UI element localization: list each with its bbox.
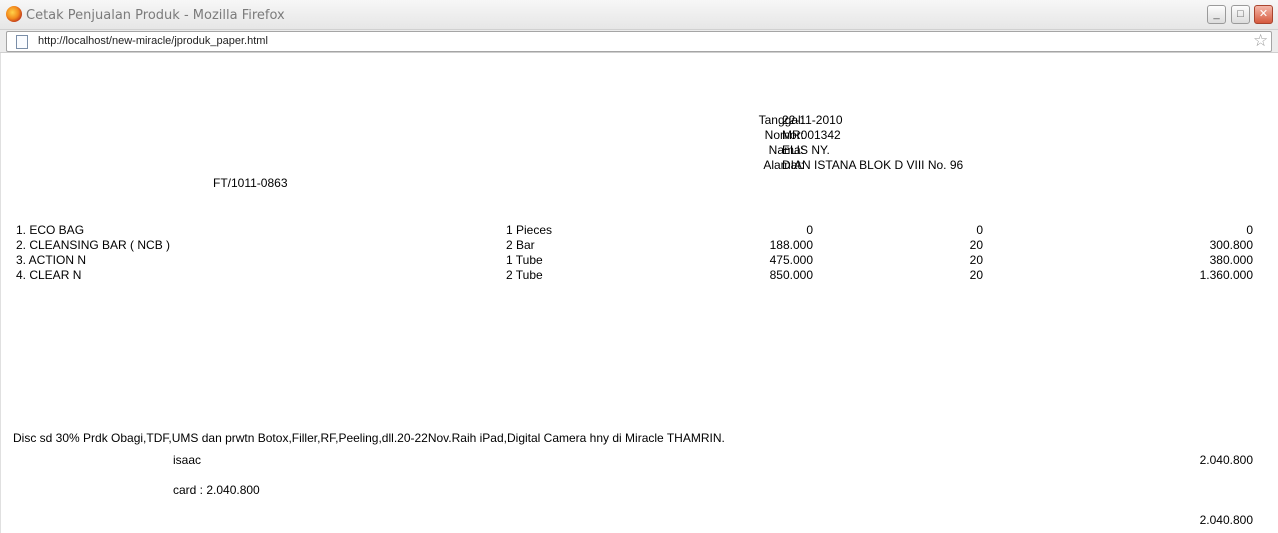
item-quantity: 1 Tube [506, 253, 543, 267]
item-discount: 20 [969, 253, 983, 267]
grand-total: 2.040.800 [1199, 513, 1253, 527]
item-discount: 0 [976, 223, 983, 237]
total-amount: 2.040.800 [1199, 453, 1253, 467]
firefox-icon [6, 6, 22, 22]
item-name: 3. ACTION N [16, 253, 87, 267]
bookmark-star-icon[interactable]: ☆ [1253, 31, 1268, 51]
item-subtotal: 1.360.000 [1199, 268, 1253, 282]
payment-method: card : 2.040.800 [173, 483, 260, 497]
window-titlebar: Cetak Penjualan Produk - Mozilla Firefox… [0, 0, 1278, 30]
address-value: DIAN ISTANA BLOK D VIII No. 96 [782, 158, 964, 172]
item-subtotal: 0 [1246, 223, 1253, 237]
item-discount: 20 [969, 238, 983, 252]
item-subtotal: 380.000 [1209, 253, 1253, 267]
item-name: 1. ECO BAG [16, 223, 85, 237]
promo-note: Disc sd 30% Prdk Obagi,TDF,UMS dan prwtn… [13, 431, 725, 445]
window-title: Cetak Penjualan Produk - Mozilla Firefox [26, 8, 285, 23]
close-button[interactable]: ✕ [1254, 5, 1273, 24]
number-value: MR001342 [782, 128, 841, 142]
page-icon [16, 35, 28, 49]
item-quantity: 1 Pieces [506, 223, 553, 237]
item-discount: 20 [969, 268, 983, 282]
item-price: 188.000 [769, 238, 813, 252]
navigation-bar: http://localhost/new-miracle/jproduk_pap… [0, 30, 1278, 53]
maximize-button[interactable]: □ [1231, 5, 1250, 24]
item-price: 475.000 [769, 253, 813, 267]
item-quantity: 2 Tube [506, 268, 543, 282]
item-quantity: 2 Bar [506, 238, 535, 252]
invoice-number: FT/1011-0863 [213, 176, 288, 190]
item-subtotal: 300.800 [1209, 238, 1253, 252]
receipt-page: Tanggal: 22-11-2010 Nomor: MR001342 Nama… [0, 53, 1278, 533]
item-price: 0 [806, 223, 813, 237]
date-value: 22-11-2010 [782, 113, 843, 127]
name-value: ELIS NY. [782, 143, 830, 157]
cashier-name: isaac [173, 453, 202, 467]
url-text[interactable]: http://localhost/new-miracle/jproduk_pap… [38, 35, 268, 47]
item-price: 850.000 [769, 268, 813, 282]
address-bar[interactable]: http://localhost/new-miracle/jproduk_pap… [6, 31, 1272, 52]
item-name: 2. CLEANSING BAR ( NCB ) [16, 238, 171, 252]
minimize-button[interactable]: _ [1207, 5, 1226, 24]
item-name: 4. CLEAR N [16, 268, 82, 282]
